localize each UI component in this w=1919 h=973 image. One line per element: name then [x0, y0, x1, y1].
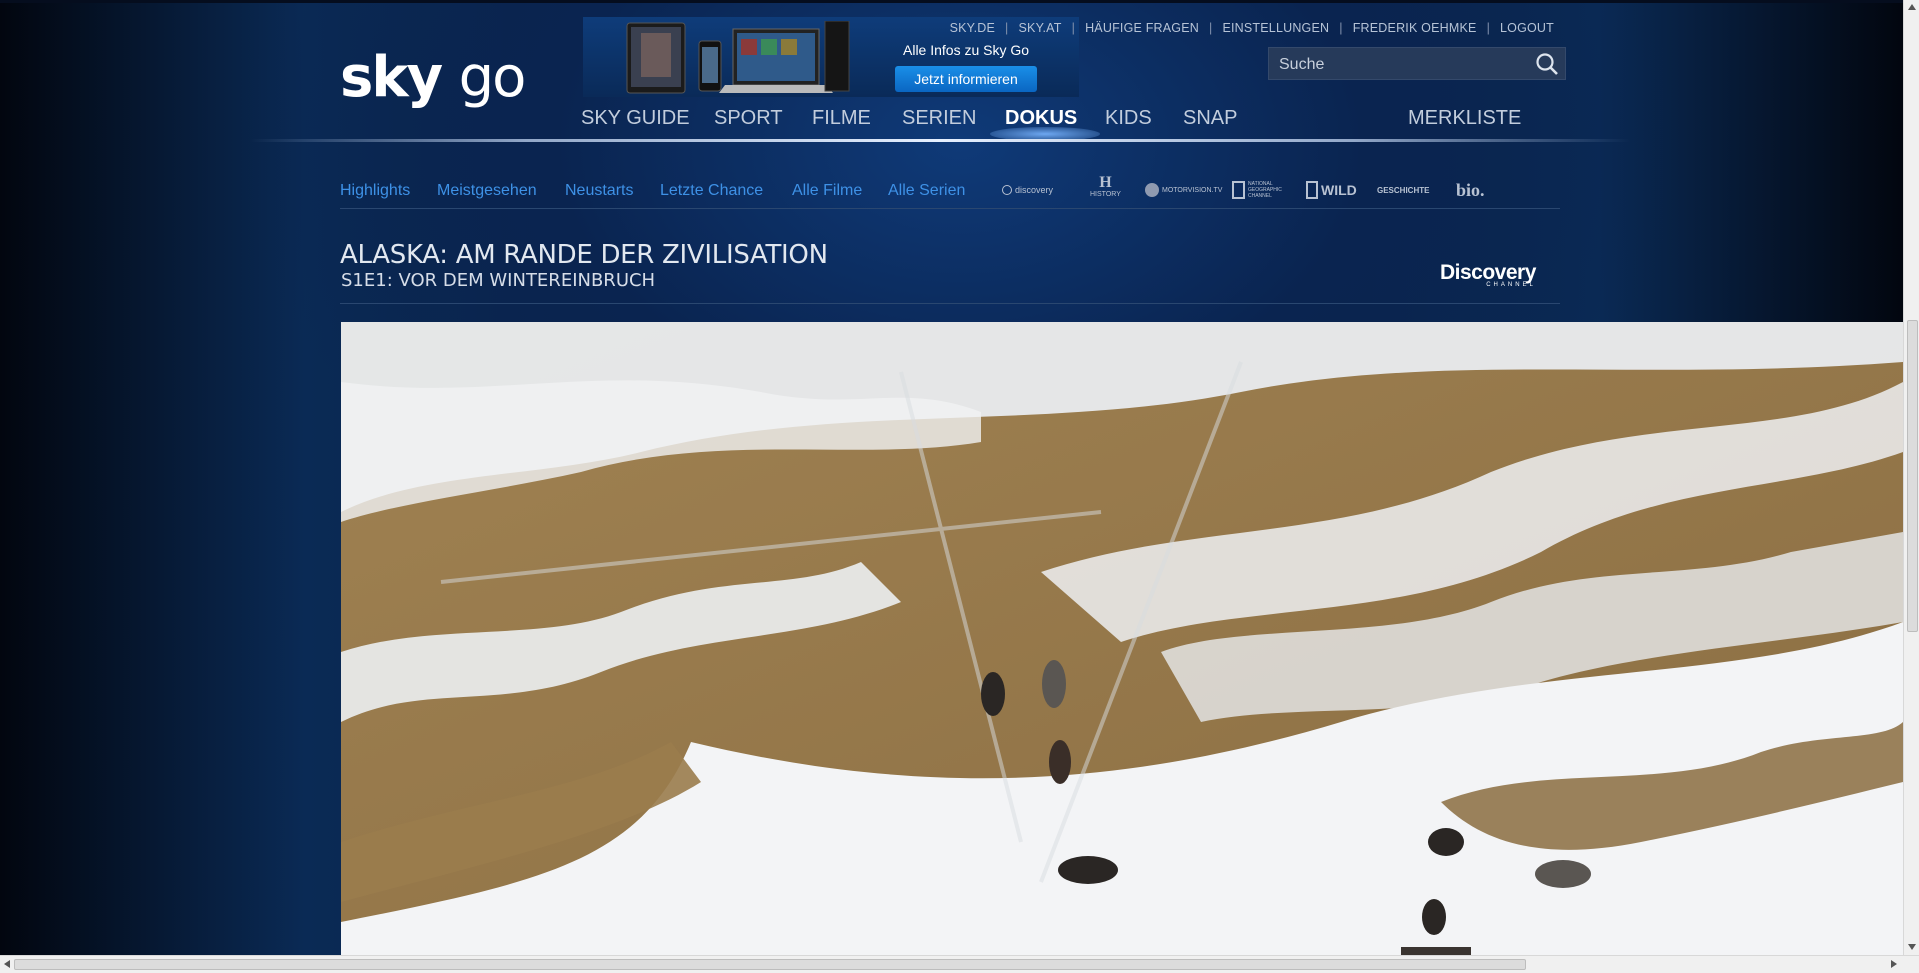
nav-merkliste[interactable]: MERKLISTE	[1408, 107, 1521, 130]
show-title: ALASKA: AM RANDE DER ZIVILISATION	[340, 240, 828, 270]
scroll-left-icon[interactable]	[4, 960, 10, 968]
subnav-letzte-chance[interactable]: Letzte Chance	[660, 182, 763, 200]
channel-natgeo-wild-logo[interactable]: WILD	[1306, 175, 1357, 205]
link-sky-at[interactable]: SKY.AT	[1019, 21, 1062, 35]
search-box	[1268, 47, 1566, 81]
channel-spiegel-geschichte-logo[interactable]: GESCHICHTE	[1377, 175, 1429, 205]
devices-illustration	[626, 21, 850, 94]
scroll-up-icon[interactable]	[1908, 4, 1916, 10]
top-links: SKY.DE | SKY.AT | HÄUFIGE FRAGEN | EINSTELLUNG…	[949, 21, 1554, 35]
title-divider	[340, 303, 1560, 304]
scroll-down-icon[interactable]	[1908, 944, 1916, 950]
scroll-right-icon[interactable]	[1891, 960, 1897, 968]
nav-kids[interactable]: KIDS	[1105, 107, 1152, 130]
channel-motorvision-logo[interactable]: MOTORVISION.TV	[1145, 175, 1222, 205]
channel-bio-logo[interactable]: bio.	[1456, 175, 1485, 205]
subnav-neustarts[interactable]: Neustarts	[565, 182, 633, 200]
sky-go-logo[interactable]: sky go	[340, 45, 527, 110]
discovery-globe-icon	[1002, 185, 1012, 195]
nav-sport[interactable]: SPORT	[714, 107, 783, 130]
video-player[interactable]	[341, 322, 1903, 955]
subnav-highlights[interactable]: Highlights	[340, 182, 410, 200]
nav-sky-guide[interactable]: SKY GUIDE	[581, 107, 690, 130]
history-h-icon: H	[1099, 174, 1112, 191]
channel-natgeo-logo[interactable]: NATIONAL GEOGRAPHIC CHANNEL	[1232, 175, 1282, 205]
logo-sky: sky	[340, 45, 443, 110]
nav-serien[interactable]: SERIEN	[902, 107, 976, 130]
nav-filme[interactable]: FILME	[812, 107, 871, 130]
vertical-scrollbar[interactable]	[1903, 0, 1919, 955]
promo-text: Alle Infos zu Sky Go	[903, 42, 1030, 58]
video-frame	[341, 322, 1903, 955]
nav-divider	[250, 139, 1630, 142]
logo-go: go	[458, 45, 527, 110]
subnav-alle-filme[interactable]: Alle Filme	[792, 182, 862, 200]
horizontal-scroll-thumb[interactable]	[14, 959, 1526, 970]
link-faq[interactable]: HÄUFIGE FRAGEN	[1085, 21, 1199, 35]
sub-nav: Highlights Meistgesehen Neustarts Letzte…	[0, 182, 1903, 204]
jetzt-informieren-button[interactable]: Jetzt informieren	[895, 66, 1037, 92]
subnav-meistgesehen[interactable]: Meistgesehen	[437, 182, 537, 200]
subnav-alle-serien[interactable]: Alle Serien	[888, 182, 965, 200]
subnav-divider	[340, 208, 1560, 209]
link-sky-de[interactable]: SKY.DE	[950, 21, 995, 35]
natgeo-frame-icon	[1232, 181, 1245, 199]
channel-discovery-logo[interactable]: discovery	[1002, 175, 1053, 205]
link-user-profile[interactable]: FREDERIK OEHMKE	[1353, 21, 1477, 35]
channel-history-logo[interactable]: H HISTORY	[1090, 175, 1121, 205]
natgeo-wild-frame-icon	[1306, 181, 1318, 199]
search-input[interactable]	[1277, 48, 1531, 81]
discovery-channel-logo: Discovery CHANNEL	[1440, 261, 1536, 288]
link-logout[interactable]: LOGOUT	[1500, 21, 1554, 35]
main-nav: SKY GUIDE SPORT FILME SERIEN DOKUS KIDS …	[0, 107, 1903, 135]
vertical-scroll-thumb[interactable]	[1907, 320, 1918, 632]
episode-title: S1E1: VOR DEM WINTEREINBRUCH	[341, 270, 656, 291]
motorvision-icon	[1145, 183, 1159, 197]
page: sky go Alle Infos zu Sky Go Jetzt inform…	[0, 3, 1903, 955]
search-icon[interactable]	[1535, 52, 1559, 76]
link-settings[interactable]: EINSTELLUNGEN	[1222, 21, 1329, 35]
nav-snap[interactable]: SNAP	[1183, 107, 1237, 130]
horizontal-scrollbar[interactable]	[0, 955, 1919, 973]
